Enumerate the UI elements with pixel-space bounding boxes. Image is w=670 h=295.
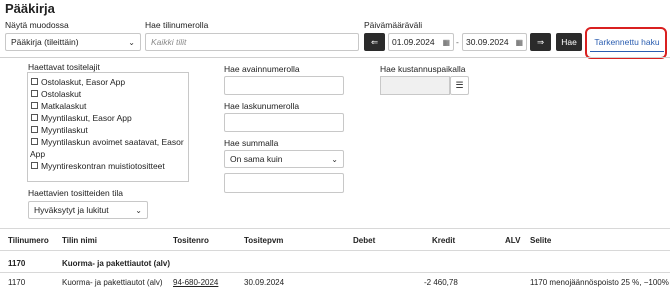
group-row-border	[0, 272, 670, 273]
chevron-down-icon: ⌄	[128, 37, 135, 47]
advanced-search-button[interactable]: Tarkennettu haku	[590, 33, 664, 52]
list-item[interactable]: Myyntilaskut	[31, 125, 88, 135]
cost-center-input[interactable]	[380, 76, 450, 95]
chevron-down-icon: ⌄	[135, 205, 142, 215]
checkbox[interactable]	[31, 126, 38, 133]
chevron-down-icon: ⌄	[331, 154, 338, 164]
row-voucher-date: 30.09.2024	[244, 278, 285, 287]
invoice-number-input[interactable]	[224, 113, 344, 132]
previous-period-button[interactable]: ⇐	[364, 33, 385, 51]
view-select[interactable]: Pääkirja (tileittäin) ⌄	[5, 33, 141, 51]
state-select[interactable]: Hyväksytyt ja lukitut ⌄	[28, 201, 148, 219]
col-voucher-no[interactable]: Tositenro	[173, 236, 209, 245]
voucher-types-label: Haettavat tositelajit	[28, 62, 100, 72]
calendar-icon: ▦	[442, 37, 450, 47]
amount-mode-value: On sama kuin	[230, 154, 283, 164]
list-item[interactable]: Myyntilaskut, Easor App	[31, 113, 132, 123]
list-item-continuation: App	[30, 149, 46, 159]
date-end-field[interactable]: 30.09.2024 ▦	[462, 33, 527, 51]
arrow-right-icon: ⇒	[536, 36, 545, 47]
view-select-value: Pääkirja (tileittäin)	[11, 37, 79, 47]
amount-label: Hae summalla	[224, 138, 279, 148]
col-description[interactable]: Selite	[530, 236, 551, 245]
col-voucher-date[interactable]: Tositepvm	[244, 236, 283, 245]
list-item[interactable]: Myyntilaskun avoimet saatavat, Easor	[31, 137, 184, 147]
col-debit[interactable]: Debet	[353, 236, 375, 245]
row-voucher-link[interactable]: 94-680-2024	[173, 278, 218, 287]
table-top-border	[0, 228, 670, 229]
next-period-button[interactable]: ⇒	[530, 33, 551, 51]
row-account-name: Kuorma- ja pakettiautot (alv)	[62, 278, 163, 287]
amount-mode-select[interactable]: On sama kuin ⌄	[224, 150, 344, 168]
checkbox[interactable]	[31, 114, 38, 121]
col-vat[interactable]: ALV	[505, 236, 520, 245]
voucher-types-list[interactable]: Ostolaskut, Easor App Ostolaskut Matkala…	[27, 72, 189, 182]
checkbox[interactable]	[31, 138, 38, 145]
list-item[interactable]: Ostolaskut, Easor App	[31, 77, 125, 87]
date-start-value: 01.09.2024	[392, 37, 435, 47]
col-account-no[interactable]: Tilinumero	[8, 236, 49, 245]
calendar-icon: ▦	[515, 37, 523, 47]
list-item[interactable]: Myyntireskontran muistiotositteet	[31, 161, 165, 171]
amount-input[interactable]	[224, 173, 344, 193]
invoice-number-label: Hae laskunumerolla	[224, 101, 300, 111]
cost-center-list-button[interactable]: ☰	[450, 76, 469, 95]
checkbox[interactable]	[31, 78, 38, 85]
opening-number-input[interactable]	[224, 76, 344, 95]
state-label: Haettavien tositteiden tila	[28, 188, 123, 198]
date-start-field[interactable]: 01.09.2024 ▦	[388, 33, 454, 51]
list-item[interactable]: Matkalaskut	[31, 101, 86, 111]
col-credit[interactable]: Kredit	[432, 236, 455, 245]
group-account-no: 1170	[8, 259, 26, 268]
row-description: 1170 menojäännöspoisto 25 %, −100% / 2	[530, 278, 670, 287]
account-search-input[interactable]: Kaikki tilit	[145, 33, 359, 51]
row-account-no: 1170	[8, 278, 26, 287]
arrow-left-icon: ⇐	[370, 36, 379, 47]
opening-number-label: Hae avainnumerolla	[224, 64, 300, 74]
col-account-name[interactable]: Tilin nimi	[62, 236, 97, 245]
date-range-label: Päivämääräväli	[364, 20, 423, 30]
table-header-border	[0, 250, 670, 251]
checkbox[interactable]	[31, 102, 38, 109]
date-separator: -	[456, 37, 459, 47]
account-label: Hae tilinumerolla	[145, 20, 209, 30]
checkbox[interactable]	[31, 90, 38, 97]
list-icon: ☰	[455, 80, 464, 90]
group-account-name: Kuorma- ja pakettiautot (alv)	[62, 259, 171, 268]
account-placeholder: Kaikki tilit	[151, 37, 187, 47]
checkbox[interactable]	[31, 162, 38, 169]
row-credit: -2 460,78	[424, 278, 458, 287]
date-end-value: 30.09.2024	[466, 37, 509, 47]
state-select-value: Hyväksytyt ja lukitut	[34, 205, 109, 215]
divider	[0, 57, 670, 58]
list-item[interactable]: Ostolaskut	[31, 89, 81, 99]
view-label: Näytä muodossa	[5, 20, 69, 30]
search-button[interactable]: Hae	[556, 33, 582, 51]
page-title: Pääkirja	[5, 1, 55, 16]
cost-center-label: Hae kustannuspaikalla	[380, 64, 466, 74]
